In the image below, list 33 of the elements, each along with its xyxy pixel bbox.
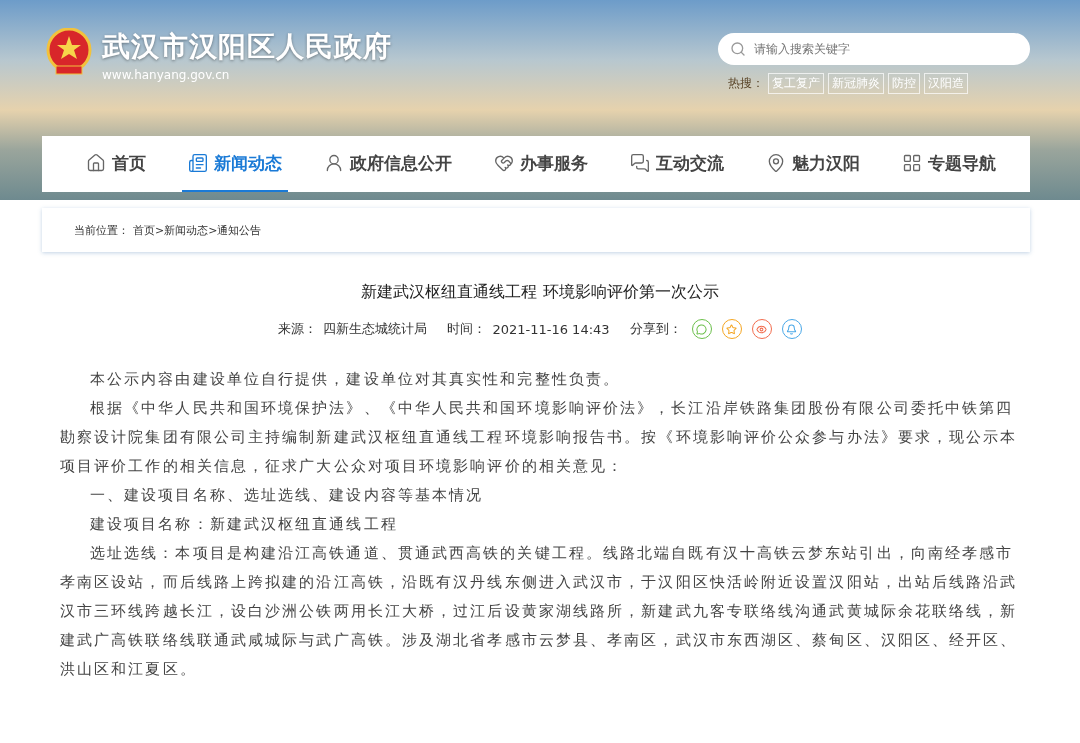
nav-tab[interactable]: 政府信息公开 <box>318 136 458 192</box>
source-label: 来源： <box>278 320 318 338</box>
speech-bubbles-icon <box>630 153 650 173</box>
house-icon <box>86 153 106 173</box>
emblem-icon <box>46 28 92 76</box>
article-paragraph: 本公示内容由建设单位自行提供，建设单位对其真实性和完整性负责。 <box>89 369 622 390</box>
map-pin-icon <box>766 153 786 173</box>
person-icon <box>324 153 344 173</box>
nav-tab[interactable]: 新闻动态 <box>182 136 288 192</box>
nav-tab[interactable]: 互动交流 <box>624 136 730 192</box>
time-text: 2021-11-16 14:43 <box>492 321 610 337</box>
newspaper-icon <box>188 153 208 173</box>
share-label: 分享到： <box>629 320 682 338</box>
nav-tab[interactable]: 专题导航 <box>896 136 1002 192</box>
nav-tab[interactable]: 办事服务 <box>488 136 594 192</box>
breadcrumb-label: 当前位置： <box>74 222 129 238</box>
article-paragraph: 一、建设项目名称、选址选线、建设内容等基本情况 <box>89 485 485 506</box>
handshake-icon <box>494 153 514 173</box>
site-title: 武汉市汉阳区人民政府 <box>102 29 392 65</box>
source-text: 四新生态城统计局 <box>323 320 428 338</box>
hot-search-label: 热搜： <box>728 75 764 92</box>
article-title: 新建武汉枢纽直通线工程 环境影响评价第一次公示 <box>361 282 719 303</box>
article-paragraph: 选址选线：本项目是构建沿江高铁通道、贯通武西高铁的关键工程。线路北端自既有汉十高铁云梦东站引出，向南经孝感市孝南区设站，而后线路上跨拟建的沿江高铁，沿既有汉丹线东侧进入武汉市，于汉阳区快活岭附近设置汉阳站，出站后线路沿武汉市三环线跨越长江，设白沙洲公铁两用长江大桥，过江后设黄家湖线路所，新建武九客专联络线沟通武黄城际余花联络线，新建武广高铁联络线联通武咸城际与武广高铁。涉及湖北省孝感市云梦县、孝南区，武汉市东西湖区、蔡甸区、汉阳区、经开区、洪山区和江夏区。 <box>60 543 1019 680</box>
article-paragraph: 根据《中华人民共和国环境保护法》、《中华人民共和国环境影响评价法》，长江沿岸铁路集团股份有限公司委托中铁第四勘察设计院集团有限公司主持编制新建武汉枢纽直通线工程环境影响报告书。按《环境影响评价公众参与办法》要求，现公示本项目评价工作的相关信息，征求广大公众对项目环境影响评价的相关意见： <box>60 398 1019 477</box>
breadcrumb-path: 首页>新闻动态>通知公告 <box>133 222 262 238</box>
nav-tab[interactable]: 魅力汉阳 <box>760 136 866 192</box>
time-label: 时间： <box>447 320 487 338</box>
grid-icon <box>902 153 922 173</box>
search-field[interactable]: 请输入搜索关键字 <box>718 33 1030 65</box>
search-icon <box>730 41 746 57</box>
site-url: www.hanyang.gov.cn <box>102 68 231 82</box>
nav-tab[interactable]: 首页 <box>80 136 152 192</box>
article-paragraph: 建设项目名称：新建武汉枢纽直通线工程 <box>89 514 399 535</box>
